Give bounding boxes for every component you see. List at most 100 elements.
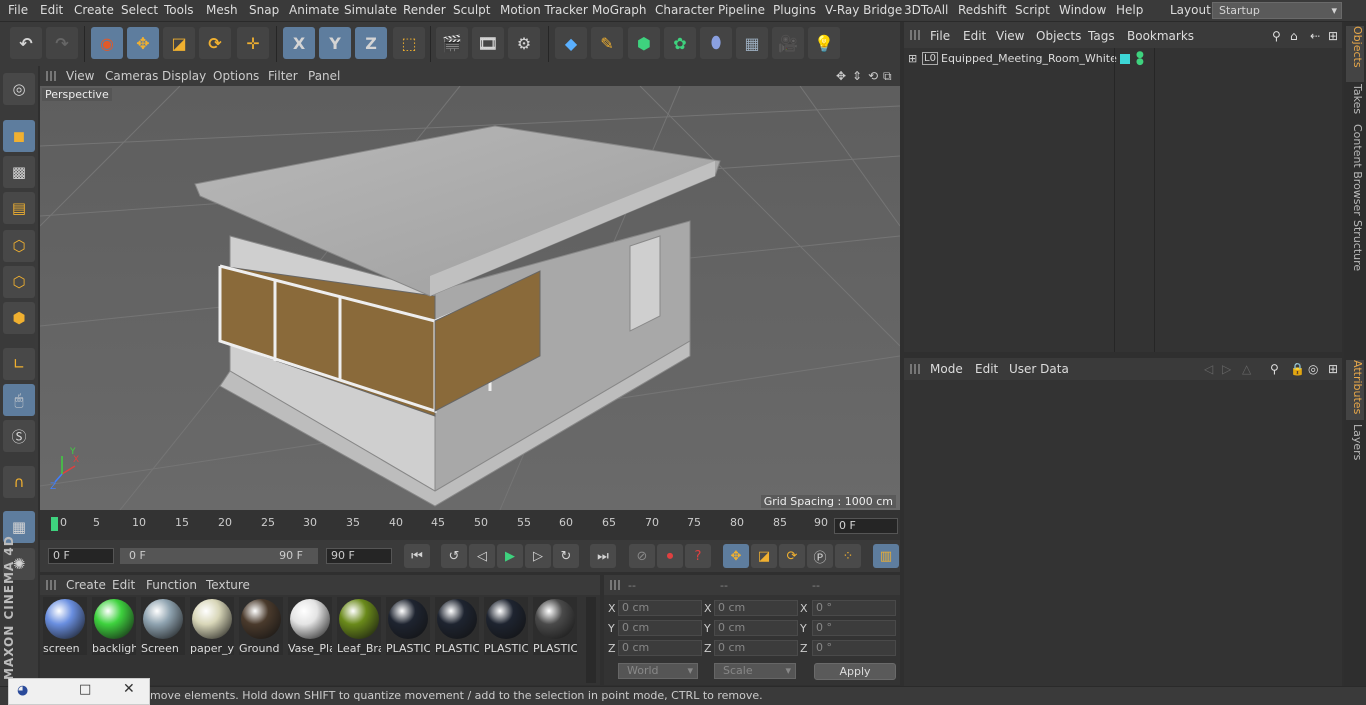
make-editable-icon[interactable]: ◎ (3, 73, 35, 105)
redo-icon[interactable]: ↷ (46, 27, 78, 59)
pen-icon[interactable]: ✎ (591, 27, 623, 59)
menu-sculpt[interactable]: Sculpt (453, 3, 490, 17)
menu-select[interactable]: Select (121, 3, 158, 17)
end-frame-field[interactable]: 90 F (326, 548, 392, 564)
viewport-maximize-icon[interactable]: ⧉ (883, 69, 892, 84)
size-mode-dropdown[interactable]: Scale ▾ (714, 663, 796, 679)
axis-y-button[interactable]: Y (319, 27, 351, 59)
go-to-end-icon[interactable]: ⏭ (590, 544, 616, 568)
viewport-perspective[interactable]: X Y Z Perspective Grid Spacing : 1000 cm (40, 86, 900, 510)
new-window-icon[interactable]: ⊞ (1328, 29, 1338, 43)
next-frame-icon[interactable]: ▷ (525, 544, 551, 568)
key-parameter-icon[interactable]: Ⓟ (807, 544, 833, 568)
viewport-menu-panel[interactable]: Panel (308, 69, 340, 83)
key-pla-icon[interactable]: ⁘ (835, 544, 861, 568)
menu-simulate[interactable]: Simulate (344, 3, 397, 17)
render-view-icon[interactable]: 🎬 (436, 27, 468, 59)
move-icon[interactable]: ✥ (127, 27, 159, 59)
object-menu-edit[interactable]: Edit (963, 29, 986, 43)
material-menu-edit[interactable]: Edit (112, 578, 135, 592)
model-mode-icon[interactable]: ◼ (3, 120, 35, 152)
scale-icon[interactable]: ◪ (163, 27, 195, 59)
viewport-menu-filter[interactable]: Filter (268, 69, 298, 83)
tab-layers[interactable]: Layers (1346, 424, 1364, 464)
visibility-dots-icon[interactable]: ● ● (1136, 51, 1144, 67)
size-field[interactable]: 0 cm (714, 600, 798, 616)
tab-attributes[interactable]: Attributes (1346, 360, 1364, 420)
menu-snap[interactable]: Snap (249, 3, 279, 17)
attribute-menu-user-data[interactable]: User Data (1009, 362, 1069, 376)
attribute-menu-mode[interactable]: Mode (930, 362, 963, 376)
object-row[interactable]: ⊞ L0 Equipped_Meeting_Room_White ● ● (904, 50, 1342, 68)
viewport-menu-cameras[interactable]: Cameras (105, 69, 158, 83)
current-frame-field[interactable]: 0 F (834, 518, 898, 534)
forward-arrow-icon[interactable]: ▷ (1222, 362, 1231, 376)
position-field[interactable]: 0 cm (618, 600, 702, 616)
subdivision-icon[interactable]: ⬢ (628, 27, 660, 59)
material-menu-texture[interactable]: Texture (206, 578, 250, 592)
autokey-icon[interactable]: ⏺ (657, 544, 683, 568)
coordinate-system-icon[interactable]: ⬚ (393, 27, 425, 59)
material-swatch[interactable]: Vase_Pla (288, 597, 332, 655)
tab-content-browser[interactable]: Content Browser (1346, 124, 1364, 216)
light-icon[interactable]: 💡 (808, 27, 840, 59)
menu-character[interactable]: Character (655, 3, 714, 17)
material-swatch[interactable]: backligh (92, 597, 136, 655)
material-menu-function[interactable]: Function (146, 578, 197, 592)
timeline-window-icon[interactable]: ▥ (873, 544, 899, 568)
rotate-icon[interactable]: ⟳ (199, 27, 231, 59)
polygons-mode-icon[interactable]: ⬢ (3, 302, 35, 334)
render-settings-icon[interactable]: ⚙ (508, 27, 540, 59)
menu-3dtoall[interactable]: 3DToAll (904, 3, 948, 17)
undo-icon[interactable]: ↶ (10, 27, 42, 59)
go-to-start-icon[interactable]: ⏮ (404, 544, 430, 568)
tab-takes[interactable]: Takes (1346, 84, 1364, 120)
menu-edit[interactable]: Edit (40, 3, 63, 17)
cloner-icon[interactable]: ✿ (664, 27, 696, 59)
menu-animate[interactable]: Animate (289, 3, 339, 17)
up-arrow-icon[interactable]: △ (1242, 362, 1251, 376)
floor-icon[interactable]: ▦ (736, 27, 768, 59)
material-swatch[interactable]: Ground (239, 597, 283, 655)
new-window-icon[interactable]: ⊞ (1328, 362, 1338, 376)
key-rotation-icon[interactable]: ⟳ (779, 544, 805, 568)
object-menu-bookmarks[interactable]: Bookmarks (1127, 29, 1194, 43)
key-position-icon[interactable]: ✥ (723, 544, 749, 568)
previous-key-icon[interactable]: ↺ (441, 544, 467, 568)
menu-vray-bridge[interactable]: V-Ray Bridge (825, 3, 902, 17)
size-field[interactable]: 0 cm (714, 640, 798, 656)
menu-pipeline[interactable]: Pipeline (718, 3, 765, 17)
menu-file[interactable]: File (8, 3, 28, 17)
object-menu-view[interactable]: View (996, 29, 1024, 43)
cube-icon[interactable]: ◆ (555, 27, 587, 59)
play-icon[interactable]: ▶ (497, 544, 523, 568)
playhead-marker[interactable] (51, 517, 58, 531)
attribute-menu-edit[interactable]: Edit (975, 362, 998, 376)
material-swatch[interactable]: screen (43, 597, 87, 655)
expand-icon[interactable]: ⊞ (908, 52, 917, 65)
search-icon[interactable]: ⚲ (1270, 362, 1279, 376)
points-mode-icon[interactable]: ⬡ (3, 230, 35, 262)
layer-color-icon[interactable] (1120, 54, 1130, 64)
axis-x-button[interactable]: X (283, 27, 315, 59)
tab-objects[interactable]: Objects (1346, 26, 1364, 82)
menu-redshift[interactable]: Redshift (958, 3, 1007, 17)
menu-help[interactable]: Help (1116, 3, 1143, 17)
material-scrollbar[interactable] (586, 597, 596, 683)
menu-mograph[interactable]: MoGraph (592, 3, 647, 17)
texture-mode-icon[interactable]: ▩ (3, 156, 35, 188)
keyframe-selection-icon[interactable]: ? (685, 544, 711, 568)
material-swatch[interactable]: Leaf_Bra (337, 597, 381, 655)
coordinate-system-dropdown[interactable]: World ▾ (618, 663, 698, 679)
minimized-window[interactable]: ◕ □ ✕ (8, 678, 150, 705)
menu-mesh[interactable]: Mesh (206, 3, 238, 17)
axis-z-button[interactable]: Z (355, 27, 387, 59)
axis-mode-icon[interactable]: ∟ (3, 348, 35, 380)
layout-select[interactable]: Startup ▾ (1212, 2, 1342, 19)
solo-icon[interactable]: Ⓢ (3, 420, 35, 452)
object-menu-tags[interactable]: Tags (1088, 29, 1115, 43)
transform-icon[interactable]: ✛ (237, 27, 269, 59)
menu-render[interactable]: Render (403, 3, 446, 17)
material-swatch[interactable]: PLASTIC (484, 597, 528, 655)
material-menu-create[interactable]: Create (66, 578, 106, 592)
